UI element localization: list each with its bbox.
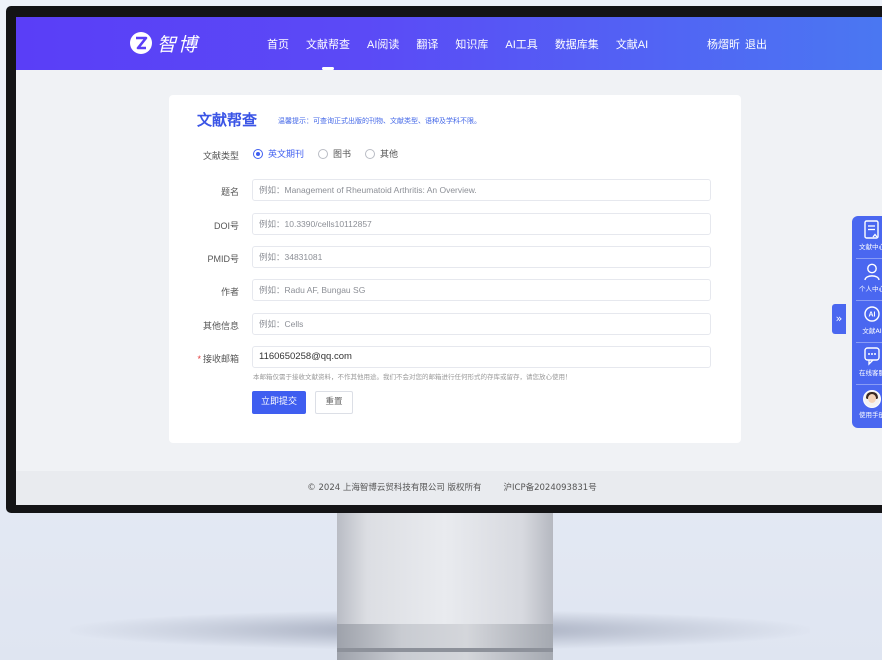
document-icon bbox=[864, 220, 879, 239]
avatar-icon bbox=[863, 390, 881, 408]
radio-unchecked-icon bbox=[318, 148, 329, 159]
nav-databases[interactable]: 数据库集 bbox=[555, 36, 599, 52]
nav-translate[interactable]: 翻译 bbox=[416, 36, 438, 52]
logout-link[interactable]: 退出 bbox=[745, 36, 767, 52]
other-info-label: 其他信息 bbox=[202, 321, 239, 331]
sidebar-label: 个人中心 bbox=[859, 285, 882, 293]
logo-icon[interactable] bbox=[129, 31, 153, 55]
email-note: 本邮箱仅需于接收文献资料，不作其他用途。我们不会对您的邮箱进行任何形式的存库或留… bbox=[253, 373, 572, 381]
doc-type-radio-group: 英文期刊 图书 其他 bbox=[253, 147, 412, 160]
nav-ai-reading[interactable]: AI阅读 bbox=[367, 36, 399, 52]
nav-literature-ai[interactable]: 文献AI bbox=[616, 36, 648, 52]
author-input[interactable]: 例如：Radu AF, Bungau SG bbox=[252, 279, 711, 301]
sidebar-item-personal-center[interactable]: 个人中心 bbox=[852, 262, 882, 293]
radio-english-journal[interactable]: 英文期刊 bbox=[253, 147, 304, 160]
user-icon bbox=[864, 263, 880, 281]
logo-text[interactable]: 智博 bbox=[157, 30, 199, 57]
nav-knowledge-base[interactable]: 知识库 bbox=[455, 36, 488, 52]
sidebar-divider bbox=[856, 300, 882, 301]
email-label-text: 接收邮箱 bbox=[202, 354, 239, 364]
copyright-text: © 2024 上海智博云贸科技有限公司 版权所有 bbox=[307, 483, 482, 493]
nav-ai-tools[interactable]: AI工具 bbox=[505, 36, 537, 52]
sidebar-item-literature-ai[interactable]: AI 文献AI bbox=[852, 304, 882, 335]
svg-text:AI: AI bbox=[869, 312, 876, 319]
sidebar-item-literature-center[interactable]: 文献中心 bbox=[852, 220, 882, 251]
monitor-bezel: 智博 首页 文献帮查 AI阅读 翻译 知识库 AI工具 数据库集 文献AI 杨熠… bbox=[6, 6, 882, 513]
icp-link[interactable]: 沪ICP备2024093831号 bbox=[504, 483, 597, 493]
screen: 智博 首页 文献帮查 AI阅读 翻译 知识库 AI工具 数据库集 文献AI 杨熠… bbox=[16, 17, 882, 505]
title-label: 题名 bbox=[220, 187, 239, 197]
reset-button[interactable]: 重置 bbox=[315, 391, 353, 414]
chat-icon bbox=[864, 347, 880, 366]
sidebar-label: 文献AI bbox=[862, 327, 882, 335]
literature-request-card: 文献帮查 温馨提示：可查询正式出版的刊物、文献类型、语种及学科不限。 文献类型 … bbox=[169, 95, 741, 443]
radio-other[interactable]: 其他 bbox=[365, 147, 398, 160]
other-info-input[interactable]: 例如：Cells bbox=[252, 313, 711, 335]
sidebar-toggle-button[interactable]: » bbox=[832, 304, 846, 334]
doc-type-label: 文献类型 bbox=[202, 151, 239, 161]
page-title: 文献帮查 bbox=[197, 111, 258, 129]
ai-icon: AI bbox=[864, 306, 880, 322]
radio-label: 其他 bbox=[380, 149, 399, 159]
sidebar-label: 使用手册 bbox=[859, 411, 882, 419]
radio-book[interactable]: 图书 bbox=[318, 147, 351, 160]
sidebar-item-online-service[interactable]: 在线客服 bbox=[852, 346, 882, 377]
pmid-label: PMID号 bbox=[207, 254, 239, 264]
email-label: * 接收邮箱 bbox=[171, 352, 239, 365]
radio-label: 图书 bbox=[333, 149, 352, 159]
doi-input[interactable]: 例如：10.3390/cells10112857 bbox=[252, 213, 711, 235]
footer: © 2024 上海智博云贸科技有限公司 版权所有 沪ICP备2024093831号 bbox=[16, 471, 882, 505]
sidebar-label: 文献中心 bbox=[859, 243, 882, 251]
top-navbar: 智博 首页 文献帮查 AI阅读 翻译 知识库 AI工具 数据库集 文献AI 杨熠… bbox=[16, 17, 882, 70]
email-input[interactable]: 1160650258@qq.com bbox=[252, 346, 711, 368]
nav-home[interactable]: 首页 bbox=[267, 36, 289, 52]
pmid-input[interactable]: 例如：34831081 bbox=[252, 246, 711, 268]
required-mark: * bbox=[197, 354, 201, 364]
sidebar-divider bbox=[856, 258, 882, 259]
author-label: 作者 bbox=[220, 287, 239, 297]
floating-sidebar: 文献中心 个人中心 AI 文献AI 在线客服 使用手册 bbox=[852, 216, 882, 428]
monitor-stand-edge bbox=[337, 648, 553, 652]
radio-unchecked-icon bbox=[365, 148, 376, 159]
sidebar-divider bbox=[856, 384, 882, 385]
radio-checked-icon bbox=[253, 148, 263, 159]
sidebar-item-user-manual[interactable]: 使用手册 bbox=[852, 390, 882, 419]
radio-label: 英文期刊 bbox=[268, 149, 305, 159]
monitor-stand-neck bbox=[337, 510, 553, 628]
doi-label: DOI号 bbox=[213, 221, 239, 231]
sidebar-divider bbox=[856, 342, 882, 343]
sidebar-label: 在线客服 bbox=[859, 369, 882, 377]
monitor-stand-base bbox=[337, 624, 553, 660]
tip-text: 温馨提示：可查询正式出版的刊物、文献类型、语种及学科不限。 bbox=[278, 117, 481, 125]
main-nav: 首页 文献帮查 AI阅读 翻译 知识库 AI工具 数据库集 文献AI bbox=[267, 36, 665, 70]
submit-button[interactable]: 立即提交 bbox=[252, 391, 306, 414]
title-input[interactable]: 例如：Management of Rheumatoid Arthritis: A… bbox=[252, 179, 711, 201]
nav-literature-help[interactable]: 文献帮查 bbox=[306, 36, 350, 70]
user-name[interactable]: 杨熠昕 bbox=[707, 36, 740, 52]
